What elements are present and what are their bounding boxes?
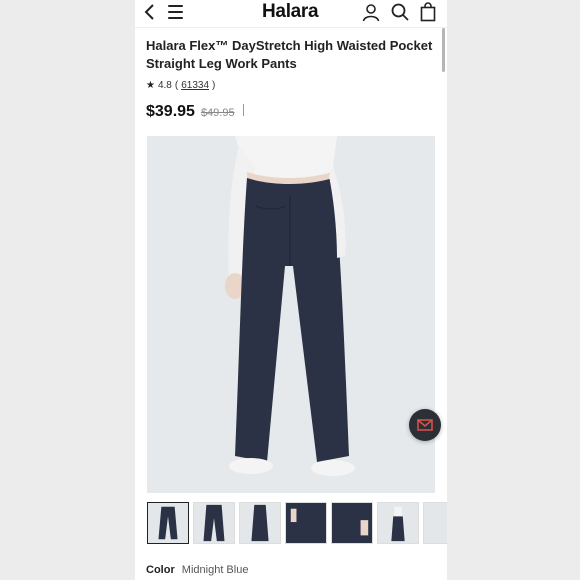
price-row: $39.95 $49.95 xyxy=(146,103,244,121)
star-icon: ★ xyxy=(146,80,155,91)
sale-price: $39.95 xyxy=(146,103,195,120)
product-page: Halara Halara Flex™ DayStretch High Wais… xyxy=(135,0,447,580)
rating-row: ★ 4.8 ( 61334 ) xyxy=(146,80,215,91)
top-nav: Halara xyxy=(135,0,447,26)
chevron-left-icon[interactable] xyxy=(143,2,163,24)
thumbnail-strip xyxy=(147,502,447,546)
thumbnail-back-view[interactable] xyxy=(147,502,189,544)
rating-value: 4.8 xyxy=(157,80,172,91)
thumbnail-front-view[interactable] xyxy=(193,502,235,544)
thumbnail-pocket-detail[interactable] xyxy=(285,502,327,544)
search-icon[interactable] xyxy=(390,2,410,22)
shopping-bag-icon[interactable] xyxy=(418,2,438,22)
rating-paren-close: ) xyxy=(212,80,216,91)
thumbnail-extra-view[interactable] xyxy=(423,502,447,544)
color-label: Color xyxy=(146,564,175,576)
color-value: Midnight Blue xyxy=(181,564,249,576)
scrollbar[interactable] xyxy=(442,28,445,72)
mail-icon xyxy=(417,419,433,431)
price-divider xyxy=(242,104,244,116)
color-row: Color Midnight Blue xyxy=(146,564,248,576)
thumbnail-fabric-detail[interactable] xyxy=(331,502,373,544)
mail-button[interactable] xyxy=(409,409,441,441)
header-divider xyxy=(135,27,447,28)
rating-paren-open: ( xyxy=(174,80,179,91)
original-price: $49.95 xyxy=(200,107,235,119)
product-main-image[interactable] xyxy=(147,136,435,493)
hamburger-menu-icon[interactable] xyxy=(168,5,183,19)
product-title: Halara Flex™ DayStretch High Waisted Poc… xyxy=(146,38,433,71)
review-count-link[interactable]: 61334 xyxy=(181,80,209,91)
thumbnail-side-view[interactable] xyxy=(239,502,281,544)
user-icon[interactable] xyxy=(361,2,381,22)
thumbnail-full-outfit[interactable] xyxy=(377,502,419,544)
brand-logo[interactable]: Halara xyxy=(262,1,319,23)
